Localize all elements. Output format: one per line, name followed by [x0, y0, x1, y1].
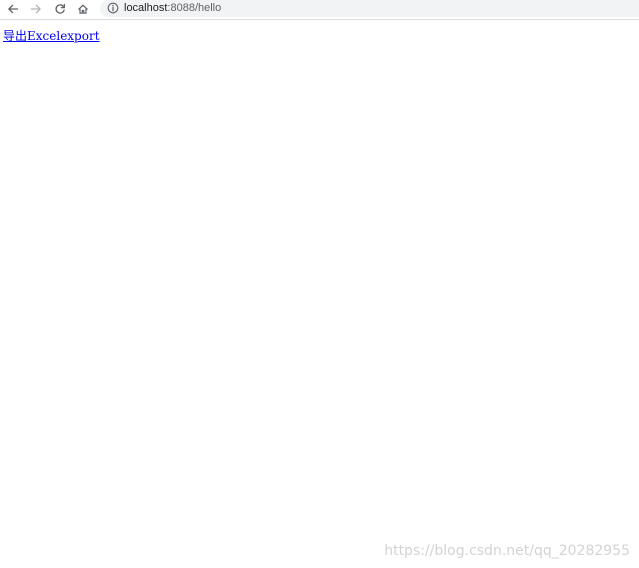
arrow-right-icon [30, 4, 41, 14]
home-button[interactable] [72, 0, 94, 18]
address-bar[interactable]: localhost:8088/hello [100, 0, 639, 17]
info-circle-icon[interactable] [107, 2, 119, 14]
url-host: localhost [124, 2, 168, 14]
home-icon [78, 4, 88, 14]
url-path: :8088/hello [167, 2, 222, 14]
arrow-left-icon [8, 4, 19, 14]
reload-button[interactable] [49, 0, 71, 18]
url-text[interactable]: localhost:8088/hello [124, 1, 221, 15]
page-content: 导出Excelexport [0, 21, 639, 568]
reload-icon [55, 3, 66, 14]
export-excel-link[interactable]: 导出Excelexport [3, 29, 100, 43]
back-button[interactable] [2, 0, 24, 18]
watermark-text: https://blog.csdn.net/qq_20282955 [384, 543, 630, 559]
browser-toolbar: localhost:8088/hello [0, 0, 639, 20]
forward-button[interactable] [25, 0, 47, 18]
